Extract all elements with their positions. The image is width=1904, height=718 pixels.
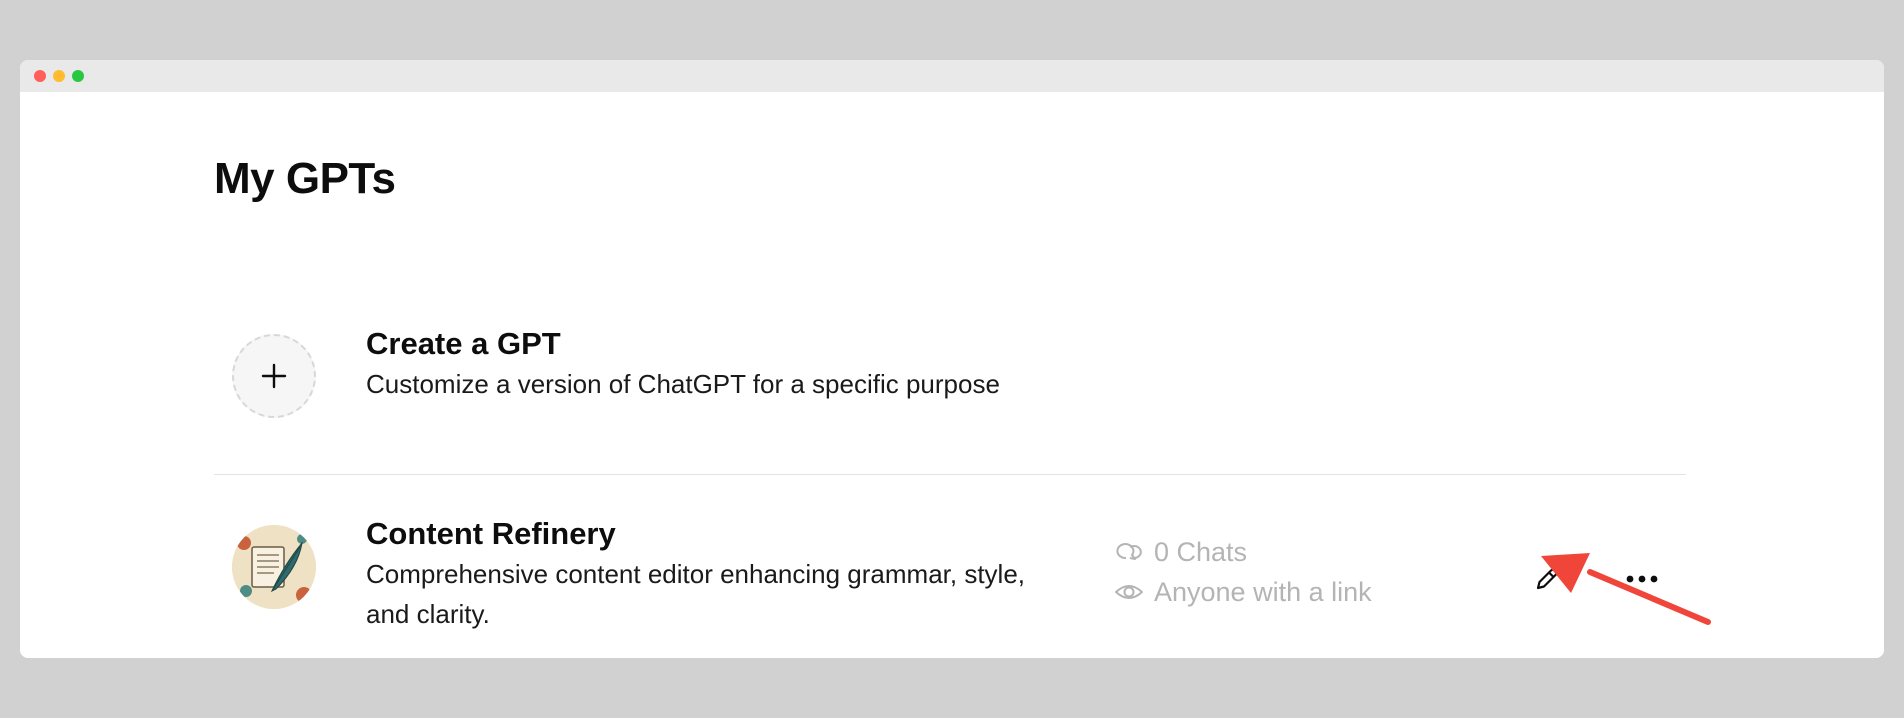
visibility-label: Anyone with a link bbox=[1154, 577, 1372, 607]
main-content: My GPTs Create a GPT Customize a version… bbox=[20, 92, 1884, 658]
page-title: My GPTs bbox=[214, 154, 396, 203]
gpt-name: Content Refinery bbox=[366, 516, 616, 551]
create-gpt-description: Customize a version of ChatGPT for a spe… bbox=[366, 369, 1000, 399]
app-window: My GPTs Create a GPT Customize a version… bbox=[20, 60, 1884, 658]
ellipsis-icon bbox=[1626, 575, 1658, 583]
create-gpt-title: Create a GPT bbox=[366, 326, 561, 361]
create-gpt-row[interactable]: Create a GPT Customize a version of Chat… bbox=[214, 314, 1686, 475]
more-options-button[interactable] bbox=[1622, 562, 1662, 596]
gpt-text: Content Refinery Comprehensive content e… bbox=[366, 514, 1056, 634]
create-gpt-text: Create a GPT Customize a version of Chat… bbox=[366, 324, 1056, 404]
pencil-icon bbox=[1536, 568, 1558, 590]
chats-count: 0 Chats bbox=[1154, 537, 1248, 567]
minimize-window-button[interactable] bbox=[53, 70, 65, 82]
edit-gpt-button[interactable] bbox=[1530, 562, 1564, 596]
close-window-button[interactable] bbox=[34, 70, 46, 82]
gpt-description: Comprehensive content editor enhancing g… bbox=[366, 559, 1026, 629]
chat-bubbles-icon bbox=[1116, 543, 1142, 560]
create-gpt-avatar[interactable] bbox=[232, 334, 316, 418]
gpt-avatar bbox=[232, 525, 316, 609]
plus-icon bbox=[261, 363, 287, 389]
eye-icon bbox=[1115, 585, 1143, 599]
maximize-window-button[interactable] bbox=[72, 70, 84, 82]
gpt-row[interactable]: Content Refinery Comprehensive content e… bbox=[214, 476, 1686, 636]
chats-count-line: 0 Chats bbox=[1114, 532, 1372, 572]
visibility-line: Anyone with a link bbox=[1114, 572, 1372, 612]
window-titlebar bbox=[20, 60, 1884, 92]
gpt-meta: 0 Chats Anyone with a link bbox=[1114, 532, 1372, 612]
gpt-avatar-image bbox=[232, 525, 316, 609]
